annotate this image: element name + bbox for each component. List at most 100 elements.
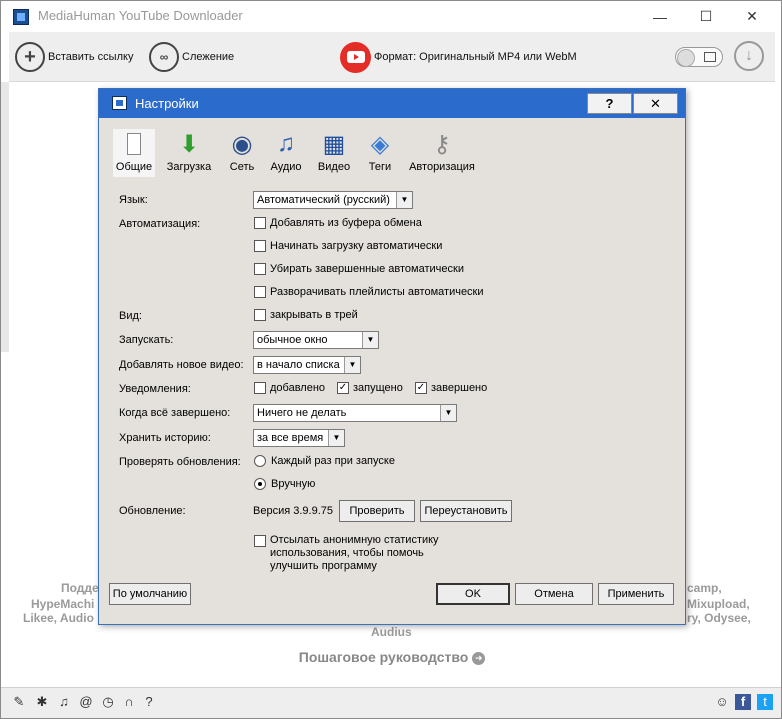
broom-icon[interactable]: ✎ [11,694,27,710]
gear-icon[interactable]: ✱ [34,694,50,710]
checkbox-label: Убирать завершенные автоматически [270,263,464,275]
title-bar: MediaHuman YouTube Downloader — ☐ ✕ [1,1,781,32]
step-by-step-guide-link[interactable]: Пошаговое руководство ➜ [1,649,782,665]
checkbox-box [254,535,266,547]
chevron-down-icon: ▼ [328,430,344,446]
checkbox-expand-playlists[interactable]: Разворачивать плейлисты автоматически [254,286,484,298]
dialog-title-bar: Настройки ? ✕ [99,89,685,118]
checkbox-label: запущено [353,382,403,394]
globe-icon: ◉ [231,130,253,158]
tab-label: Аудио [270,161,302,173]
app-icon [13,9,29,25]
chevron-down-icon: ▼ [440,405,456,421]
defaults-button[interactable]: По умолчанию [109,583,191,605]
apply-button[interactable]: Применить [598,583,674,605]
checkbox-label: Начинать загрузку автоматически [270,240,443,252]
checkbox-box [254,217,266,229]
settings-dialog: Настройки ? ✕ Общие ⬇ Загрузка ◉ Сеть ♫ … [98,88,686,625]
checkbox-box-checked: ✓ [337,382,349,394]
tab-authorization[interactable]: ⚷ Авторизация [407,129,477,177]
version-text: Версия 3.9.9.75 [253,505,333,517]
add-new-video-select[interactable]: в начало списка ▼ [253,356,361,374]
checkbox-box [254,382,266,394]
add-new-video-value: в начало списка [257,359,340,371]
reinstall-button[interactable]: Переустановить [420,500,512,522]
download-all-icon[interactable]: ↓ [734,41,764,71]
checkbox-box [254,263,266,275]
radio-button [254,455,266,467]
check-update-button[interactable]: Проверить [339,500,415,522]
checkbox-clipboard[interactable]: Добавлять из буфера обмена [254,217,422,229]
checkbox-anonymous-stats[interactable]: Отсылать анонимную статистику использова… [254,534,439,573]
dialog-help-button[interactable]: ? [587,93,632,114]
checkbox-label: Разворачивать плейлисты автоматически [270,286,484,298]
tracking-button[interactable]: ∞ Слежение [149,40,234,74]
stats-label-line2: использования, чтобы помочь [270,547,424,559]
app-icon-small [112,96,127,110]
services-text-line4: Audius [371,625,412,639]
format-button[interactable]: Формат: Оригинальный MP4 или WebM [340,40,577,74]
tag-icon: ◈ [370,130,390,158]
cancel-button[interactable]: Отмена [515,583,593,605]
binoculars-small-icon[interactable]: ∩ [121,694,137,710]
services-text-line1-right: camp, [687,581,722,595]
tab-network[interactable]: ◉ Сеть [225,129,259,177]
services-text-line3-right: ry, Odysee, [687,611,751,625]
paste-link-label: Вставить ссылку [48,51,134,63]
launch-select[interactable]: обычное окно ▼ [253,331,379,349]
services-text-line1: Подде [61,581,99,595]
checkbox-remove-finished[interactable]: Убирать завершенные автоматически [254,263,464,275]
checkbox-notify-started[interactable]: ✓ запущено [337,382,403,394]
checkbox-minimize-tray[interactable]: закрывать в трей [254,309,358,321]
minimize-button[interactable]: — [637,1,683,32]
close-window-button[interactable]: ✕ [729,1,775,32]
radio-every-launch[interactable]: Каждый раз при запуске [254,455,395,467]
language-select[interactable]: Автоматический (русский) ▼ [253,191,413,209]
help-icon[interactable]: ? [141,694,157,710]
plus-icon: + [15,42,45,72]
language-value: Автоматический (русский) [257,194,390,206]
download-arrow-icon: ⬇ [178,130,200,158]
launch-value: обычное окно [257,334,328,346]
checkbox-label: Добавлять из буфера обмена [270,217,422,229]
tab-video[interactable]: ▦ Видео [315,129,353,177]
launch-label: Запускать: [119,334,174,346]
when-done-select[interactable]: Ничего не делать ▼ [253,404,457,422]
snail-icon[interactable]: @ [78,694,94,710]
ok-button[interactable]: OK [436,583,510,605]
keys-icon: ⚷ [433,130,451,158]
clock-icon[interactable]: ◷ [100,694,116,710]
facebook-icon[interactable]: f [735,694,751,710]
tab-label: Авторизация [409,161,475,173]
radio-label: Вручную [271,478,316,490]
support-icon[interactable]: ☺ [714,694,730,710]
tab-tags[interactable]: ◈ Теги [363,129,397,177]
tab-general[interactable]: Общие [113,129,155,177]
film-strip-icon: ▦ [322,130,346,158]
checkbox-notify-finished[interactable]: ✓ завершено [415,382,487,394]
toolbar: + Вставить ссылку ∞ Слежение Формат: Ори… [9,32,775,82]
guide-label: Пошаговое руководство [298,649,469,665]
paste-link-button[interactable]: + Вставить ссылку [15,40,133,74]
video-mode-toggle[interactable] [675,47,723,67]
radio-manual[interactable]: Вручную [254,478,315,490]
when-done-value: Ничего не делать [257,407,347,419]
twitter-icon[interactable]: t [757,694,773,710]
stats-label-line1: Отсылать анонимную статистику [270,534,439,546]
checkbox-autostart[interactable]: Начинать загрузку автоматически [254,240,442,252]
music-note-icon: ♫ [277,130,295,157]
checkbox-label: закрывать в трей [270,309,358,321]
tab-label: Видео [317,161,351,173]
maximize-button[interactable]: ☐ [683,1,729,32]
youtube-icon [340,41,371,73]
tab-download[interactable]: ⬇ Загрузка [163,129,215,177]
film-icon [704,52,716,62]
services-text-line2: HypeMachi [31,597,95,611]
checkbox-notify-added[interactable]: добавлено [254,382,325,394]
music-note-icon[interactable]: ♫ [56,694,72,710]
services-text-line2-right: Mixupload, [687,597,750,611]
dialog-close-button[interactable]: ✕ [633,93,678,114]
tab-audio[interactable]: ♫ Аудио [267,129,305,177]
chevron-down-icon: ▼ [344,357,360,373]
history-select[interactable]: за все время ▼ [253,429,345,447]
